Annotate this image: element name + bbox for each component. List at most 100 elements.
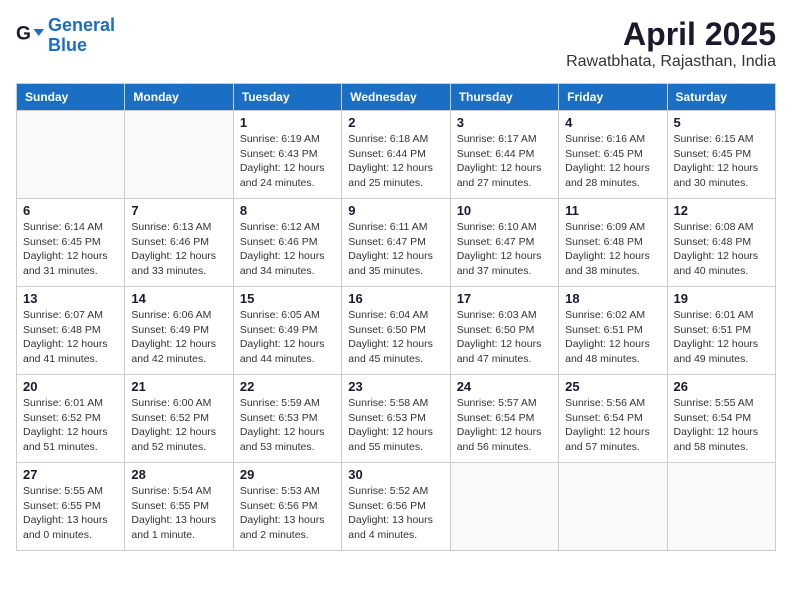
calendar-cell	[450, 463, 558, 551]
day-info: Sunrise: 6:14 AMSunset: 6:45 PMDaylight:…	[23, 220, 118, 279]
weekday-header: Thursday	[450, 84, 558, 111]
location: Rawatbhata, Rajasthan, India	[566, 53, 776, 71]
day-number: 20	[23, 379, 118, 394]
calendar-cell: 24 Sunrise: 5:57 AMSunset: 6:54 PMDayligh…	[450, 375, 558, 463]
page-header: G General Blue April 2025 Rawatbhata, Ra…	[16, 16, 776, 71]
day-number: 19	[674, 291, 769, 306]
calendar-cell: 26Sunrise: 5:55 AMSunset: 6:54 PMDayligh…	[667, 375, 775, 463]
weekday-header: Friday	[559, 84, 667, 111]
calendar-cell: 10 Sunrise: 6:10 AMSunset: 6:47 PMDayligh…	[450, 199, 558, 287]
month-year: April 2025	[566, 16, 776, 53]
day-number: 8	[240, 203, 335, 218]
day-number: 11	[565, 203, 660, 218]
calendar-cell: 2 Sunrise: 6:18 AMSunset: 6:44 PMDaylight…	[342, 111, 450, 199]
day-info: Sunrise: 6:04 AMSunset: 6:50 PMDaylight:…	[348, 308, 443, 367]
day-number: 21	[131, 379, 226, 394]
calendar-week-row: 20 Sunrise: 6:01 AMSunset: 6:52 PMDayligh…	[17, 375, 776, 463]
calendar-cell: 19 Sunrise: 6:01 AMSunset: 6:51 PMDayligh…	[667, 287, 775, 375]
day-number: 2	[348, 115, 443, 130]
day-number: 28	[131, 467, 226, 482]
weekday-header: Wednesday	[342, 84, 450, 111]
day-info: Sunrise: 5:57 AMSunset: 6:54 PMDaylight:…	[457, 396, 552, 455]
day-number: 17	[457, 291, 552, 306]
day-number: 9	[348, 203, 443, 218]
day-info: Sunrise: 6:15 AMSunset: 6:45 PMDaylight:…	[674, 132, 769, 191]
title-area: April 2025 Rawatbhata, Rajasthan, India	[566, 16, 776, 71]
day-info: Sunrise: 6:01 AMSunset: 6:52 PMDaylight:…	[23, 396, 118, 455]
day-number: 13	[23, 291, 118, 306]
calendar-cell: 8Sunrise: 6:12 AMSunset: 6:46 PMDaylight…	[233, 199, 341, 287]
day-number: 6	[23, 203, 118, 218]
day-info: Sunrise: 5:53 AMSunset: 6:56 PMDaylight:…	[240, 484, 335, 543]
day-number: 26	[674, 379, 769, 394]
calendar-cell: 15 Sunrise: 6:05 AMSunset: 6:49 PMDayligh…	[233, 287, 341, 375]
day-info: Sunrise: 5:56 AMSunset: 6:54 PMDaylight:…	[565, 396, 660, 455]
calendar-cell: 4 Sunrise: 6:16 AMSunset: 6:45 PMDaylight…	[559, 111, 667, 199]
day-info: Sunrise: 6:19 AMSunset: 6:43 PMDaylight:…	[240, 132, 335, 191]
day-info: Sunrise: 6:11 AMSunset: 6:47 PMDaylight:…	[348, 220, 443, 279]
day-info: Sunrise: 6:16 AMSunset: 6:45 PMDaylight:…	[565, 132, 660, 191]
day-number: 25	[565, 379, 660, 394]
day-info: Sunrise: 5:59 AMSunset: 6:53 PMDaylight:…	[240, 396, 335, 455]
calendar-cell: 3 Sunrise: 6:17 AMSunset: 6:44 PMDaylight…	[450, 111, 558, 199]
logo-text: General Blue	[48, 16, 115, 56]
calendar-cell: 21 Sunrise: 6:00 AMSunset: 6:52 PMDayligh…	[125, 375, 233, 463]
day-number: 7	[131, 203, 226, 218]
day-info: Sunrise: 5:55 AMSunset: 6:55 PMDaylight:…	[23, 484, 118, 543]
calendar-cell: 20 Sunrise: 6:01 AMSunset: 6:52 PMDayligh…	[17, 375, 125, 463]
day-info: Sunrise: 5:58 AMSunset: 6:53 PMDaylight:…	[348, 396, 443, 455]
day-number: 5	[674, 115, 769, 130]
calendar-cell: 29Sunrise: 5:53 AMSunset: 6:56 PMDayligh…	[233, 463, 341, 551]
logo-icon: G	[16, 22, 44, 50]
day-number: 15	[240, 291, 335, 306]
calendar-week-row: 13 Sunrise: 6:07 AMSunset: 6:48 PMDayligh…	[17, 287, 776, 375]
day-number: 22	[240, 379, 335, 394]
calendar-cell: 13 Sunrise: 6:07 AMSunset: 6:48 PMDayligh…	[17, 287, 125, 375]
calendar-header-row: SundayMondayTuesdayWednesdayThursdayFrid…	[17, 84, 776, 111]
calendar-cell: 28 Sunrise: 5:54 AMSunset: 6:55 PMDayligh…	[125, 463, 233, 551]
weekday-header: Monday	[125, 84, 233, 111]
day-info: Sunrise: 6:00 AMSunset: 6:52 PMDaylight:…	[131, 396, 226, 455]
calendar-cell: 6 Sunrise: 6:14 AMSunset: 6:45 PMDaylight…	[17, 199, 125, 287]
day-number: 14	[131, 291, 226, 306]
calendar-cell: 27Sunrise: 5:55 AMSunset: 6:55 PMDayligh…	[17, 463, 125, 551]
day-number: 16	[348, 291, 443, 306]
svg-text:G: G	[16, 23, 31, 44]
calendar-cell: 16 Sunrise: 6:04 AMSunset: 6:50 PMDayligh…	[342, 287, 450, 375]
day-number: 23	[348, 379, 443, 394]
day-number: 3	[457, 115, 552, 130]
day-number: 12	[674, 203, 769, 218]
day-info: Sunrise: 6:18 AMSunset: 6:44 PMDaylight:…	[348, 132, 443, 191]
day-number: 24	[457, 379, 552, 394]
day-info: Sunrise: 6:10 AMSunset: 6:47 PMDaylight:…	[457, 220, 552, 279]
weekday-header: Saturday	[667, 84, 775, 111]
calendar-cell	[667, 463, 775, 551]
calendar-table: SundayMondayTuesdayWednesdayThursdayFrid…	[16, 83, 776, 551]
calendar-cell: 25 Sunrise: 5:56 AMSunset: 6:54 PMDayligh…	[559, 375, 667, 463]
day-number: 4	[565, 115, 660, 130]
day-info: Sunrise: 6:08 AMSunset: 6:48 PMDaylight:…	[674, 220, 769, 279]
day-info: Sunrise: 5:52 AMSunset: 6:56 PMDaylight:…	[348, 484, 443, 543]
day-info: Sunrise: 6:05 AMSunset: 6:49 PMDaylight:…	[240, 308, 335, 367]
day-number: 30	[348, 467, 443, 482]
calendar-cell: 17Sunrise: 6:03 AMSunset: 6:50 PMDayligh…	[450, 287, 558, 375]
calendar-cell: 12 Sunrise: 6:08 AMSunset: 6:48 PMDayligh…	[667, 199, 775, 287]
logo: G General Blue	[16, 16, 115, 56]
calendar-cell	[559, 463, 667, 551]
day-info: Sunrise: 5:54 AMSunset: 6:55 PMDaylight:…	[131, 484, 226, 543]
calendar-cell: 5 Sunrise: 6:15 AMSunset: 6:45 PMDaylight…	[667, 111, 775, 199]
day-info: Sunrise: 6:07 AMSunset: 6:48 PMDaylight:…	[23, 308, 118, 367]
day-info: Sunrise: 6:17 AMSunset: 6:44 PMDaylight:…	[457, 132, 552, 191]
weekday-header: Tuesday	[233, 84, 341, 111]
day-info: Sunrise: 6:13 AMSunset: 6:46 PMDaylight:…	[131, 220, 226, 279]
day-number: 10	[457, 203, 552, 218]
calendar-cell: 30 Sunrise: 5:52 AMSunset: 6:56 PMDayligh…	[342, 463, 450, 551]
calendar-cell: 1 Sunrise: 6:19 AMSunset: 6:43 PMDaylight…	[233, 111, 341, 199]
calendar-cell: 9 Sunrise: 6:11 AMSunset: 6:47 PMDaylight…	[342, 199, 450, 287]
day-number: 18	[565, 291, 660, 306]
day-number: 1	[240, 115, 335, 130]
day-info: Sunrise: 6:01 AMSunset: 6:51 PMDaylight:…	[674, 308, 769, 367]
calendar-week-row: 27Sunrise: 5:55 AMSunset: 6:55 PMDayligh…	[17, 463, 776, 551]
day-info: Sunrise: 6:02 AMSunset: 6:51 PMDaylight:…	[565, 308, 660, 367]
calendar-cell: 7 Sunrise: 6:13 AMSunset: 6:46 PMDaylight…	[125, 199, 233, 287]
